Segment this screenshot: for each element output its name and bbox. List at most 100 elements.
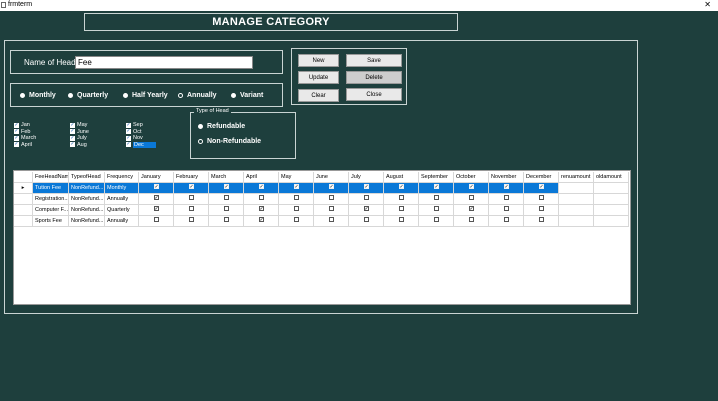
grid-cell-month[interactable]: ✓	[419, 183, 454, 194]
grid-cell-month[interactable]	[454, 216, 489, 227]
month-checkbox-7[interactable]: ✓ Aug	[70, 142, 87, 148]
column-header-feeheadname[interactable]: FeeHeadName	[33, 172, 69, 183]
frequency-radio-0[interactable]: Monthly	[20, 92, 56, 99]
close-button[interactable]: Close	[346, 88, 402, 101]
table-row[interactable]: Computer F... NonRefund... Quarterly ✓ ✓ ✓ ✓	[14, 205, 629, 216]
grid-cell-month[interactable]	[174, 216, 209, 227]
grid-cell-month[interactable]	[524, 216, 559, 227]
grid-cell-month[interactable]	[174, 205, 209, 216]
column-header-september[interactable]: September	[419, 172, 454, 183]
column-header-january[interactable]: January	[139, 172, 174, 183]
grid-cell-month[interactable]	[349, 216, 384, 227]
column-header-renuamount[interactable]: renuamount	[559, 172, 594, 183]
grid-cell-month[interactable]	[279, 194, 314, 205]
delete-button[interactable]: Delete	[346, 71, 402, 84]
grid-cell-month[interactable]: ✓	[524, 183, 559, 194]
month-checkbox-11[interactable]: ✓ Dec	[126, 141, 156, 148]
grid-cell-type[interactable]: NonRefund...	[69, 205, 105, 216]
column-header-august[interactable]: August	[384, 172, 419, 183]
grid-cell-month[interactable]	[139, 216, 174, 227]
row-selector[interactable]	[14, 194, 33, 205]
grid-cell-oldamount[interactable]	[594, 205, 629, 216]
frequency-radio-2[interactable]: Half Yearly	[123, 92, 168, 99]
grid-cell-month[interactable]: ✓	[384, 183, 419, 194]
grid-cell-month[interactable]	[279, 205, 314, 216]
grid-cell-month[interactable]	[524, 194, 559, 205]
grid-cell-renuamount[interactable]	[559, 205, 594, 216]
grid-cell-type[interactable]: NonRefund...	[69, 194, 105, 205]
grid-cell-month[interactable]	[314, 216, 349, 227]
grid-cell-month[interactable]	[419, 216, 454, 227]
column-header-june[interactable]: June	[314, 172, 349, 183]
grid-cell-frequency[interactable]: Annually	[105, 216, 139, 227]
grid-cell-month[interactable]	[314, 194, 349, 205]
row-selector[interactable]	[14, 216, 33, 227]
table-row[interactable]: ▸ Tution Fee NonRefund... Monthly ✓ ✓ ✓ ✓ ✓ ✓ ✓ ✓ ✓ ✓…	[14, 183, 629, 194]
column-header-december[interactable]: December	[524, 172, 559, 183]
row-selector[interactable]	[14, 205, 33, 216]
month-checkbox-5[interactable]: ✓ June	[70, 129, 89, 135]
save-button[interactable]: Save	[346, 54, 402, 67]
new-button[interactable]: New	[298, 54, 339, 67]
grid-cell-month[interactable]: ✓	[314, 183, 349, 194]
type-of-head-radio-0[interactable]: Refundable	[198, 123, 245, 130]
frequency-radio-4[interactable]: Variant	[231, 92, 263, 99]
grid-cell-month[interactable]	[244, 194, 279, 205]
close-icon[interactable]: ✕	[704, 0, 711, 9]
grid-cell-month[interactable]: ✓	[244, 216, 279, 227]
column-header-february[interactable]: February	[174, 172, 209, 183]
grid-cell-oldamount[interactable]	[594, 183, 629, 194]
grid-cell-frequency[interactable]: Quarterly	[105, 205, 139, 216]
grid-cell-month[interactable]	[454, 194, 489, 205]
grid-cell-month[interactable]: ✓	[244, 183, 279, 194]
grid-cell-month[interactable]: ✓	[244, 205, 279, 216]
clear-button[interactable]: Clear	[298, 89, 339, 102]
category-grid[interactable]: FeeHeadName TypeofHead Frequency January Feb…	[13, 170, 631, 305]
grid-cell-month[interactable]: ✓	[489, 183, 524, 194]
grid-cell-month[interactable]: ✓	[349, 183, 384, 194]
column-header-october[interactable]: October	[454, 172, 489, 183]
head-name-input[interactable]	[75, 56, 253, 69]
frequency-radio-1[interactable]: Quarterly	[68, 92, 108, 99]
month-checkbox-1[interactable]: ✓ Feb	[14, 129, 30, 135]
grid-cell-name[interactable]: Sports Fee	[33, 216, 69, 227]
grid-cell-name[interactable]: Computer F...	[33, 205, 69, 216]
grid-cell-month[interactable]	[489, 194, 524, 205]
column-header-frequency[interactable]: Frequency	[105, 172, 139, 183]
month-checkbox-9[interactable]: ✓ Oct	[126, 129, 142, 135]
grid-cell-month[interactable]	[209, 194, 244, 205]
grid-cell-month[interactable]	[349, 194, 384, 205]
grid-cell-oldamount[interactable]	[594, 194, 629, 205]
grid-cell-month[interactable]: ✓	[139, 194, 174, 205]
grid-cell-month[interactable]	[384, 205, 419, 216]
column-header-may[interactable]: May	[279, 172, 314, 183]
column-header-july[interactable]: July	[349, 172, 384, 183]
grid-cell-month[interactable]: ✓	[279, 183, 314, 194]
grid-cell-month[interactable]: ✓	[139, 183, 174, 194]
table-row[interactable]: Registration... NonRefund... Annually ✓	[14, 194, 629, 205]
grid-cell-month[interactable]	[209, 216, 244, 227]
grid-cell-month[interactable]	[489, 205, 524, 216]
grid-cell-month[interactable]: ✓	[174, 183, 209, 194]
grid-cell-month[interactable]	[524, 205, 559, 216]
grid-cell-renuamount[interactable]	[559, 194, 594, 205]
grid-cell-month[interactable]	[419, 194, 454, 205]
grid-cell-month[interactable]	[279, 216, 314, 227]
column-header-typeofhead[interactable]: TypeofHead	[69, 172, 105, 183]
grid-cell-month[interactable]: ✓	[454, 205, 489, 216]
grid-cell-month[interactable]: ✓	[454, 183, 489, 194]
type-of-head-radio-1[interactable]: Non-Refundable	[198, 138, 261, 145]
grid-cell-name[interactable]: Tution Fee	[33, 183, 69, 194]
grid-cell-month[interactable]: ✓	[139, 205, 174, 216]
grid-cell-month[interactable]	[174, 194, 209, 205]
column-header-oldamount[interactable]: oldamount	[594, 172, 629, 183]
column-header-march[interactable]: March	[209, 172, 244, 183]
row-selector[interactable]: ▸	[14, 183, 33, 194]
table-row[interactable]: Sports Fee NonRefund... Annually ✓	[14, 216, 629, 227]
grid-cell-frequency[interactable]: Annually	[105, 194, 139, 205]
grid-cell-name[interactable]: Registration...	[33, 194, 69, 205]
grid-cell-month[interactable]	[209, 205, 244, 216]
grid-cell-type[interactable]: NonRefund...	[69, 183, 105, 194]
grid-cell-type[interactable]: NonRefund...	[69, 216, 105, 227]
month-checkbox-3[interactable]: ✓ April	[14, 142, 32, 148]
